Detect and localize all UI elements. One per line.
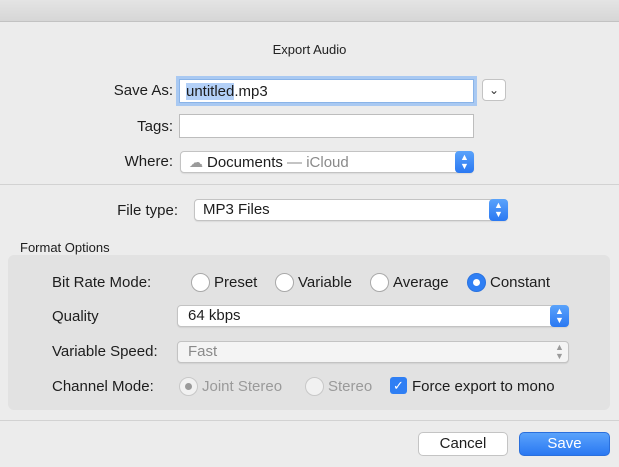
- checkmark-icon: ✓: [393, 378, 404, 393]
- file-type-label: File type:: [117, 202, 178, 219]
- format-options-title: Format Options: [20, 240, 110, 255]
- quality-popup[interactable]: 64 kbps ▲ ▼: [177, 305, 569, 327]
- cloud-icon: ☁: [189, 154, 203, 170]
- quality-stepper-icon: ▲ ▼: [550, 305, 569, 327]
- radio-joint-stereo[interactable]: [179, 377, 198, 396]
- channel-mode-label: Channel Mode:: [52, 378, 154, 395]
- radio-preset-label: Preset: [214, 274, 258, 291]
- radio-constant-label: Constant: [490, 274, 551, 291]
- filename-extension: .mp3: [234, 83, 268, 100]
- radio-stereo[interactable]: [305, 377, 324, 396]
- where-label: Where:: [124, 153, 173, 170]
- radio-average-label: Average: [393, 274, 449, 291]
- where-location: — iCloud: [282, 154, 349, 171]
- chevron-down-icon: ⌄: [488, 83, 500, 97]
- cancel-button[interactable]: Cancel: [418, 432, 508, 456]
- save-button[interactable]: Save: [519, 432, 610, 456]
- expand-dialog-button[interactable]: ⌄: [482, 79, 506, 101]
- variable-speed-popup[interactable]: Fast ▲ ▼: [177, 341, 569, 363]
- variable-speed-value: Fast: [188, 343, 218, 360]
- window-top-bar: [0, 0, 619, 22]
- save-as-field[interactable]: untitled.mp3: [179, 79, 474, 103]
- file-type-stepper-icon: ▲ ▼: [489, 199, 508, 221]
- tags-label: Tags:: [137, 118, 173, 135]
- dialog-title: Export Audio: [272, 42, 347, 57]
- where-popup-stepper-icon: ▲ ▼: [455, 151, 474, 173]
- variable-speed-stepper-icon: ▲ ▼: [555, 342, 564, 361]
- force-mono-label: Force export to mono: [412, 378, 555, 395]
- radio-preset[interactable]: [191, 273, 210, 292]
- force-mono-checkbox[interactable]: ✓: [390, 377, 407, 394]
- radio-variable-label: Variable: [298, 274, 352, 291]
- tags-field[interactable]: [179, 114, 474, 138]
- divider: [0, 184, 619, 185]
- variable-speed-label: Variable Speed:: [52, 343, 158, 360]
- footer-divider: [0, 420, 619, 421]
- where-folder: Documents: [207, 154, 283, 171]
- file-type-popup[interactable]: MP3 Files ▲ ▼: [194, 199, 508, 221]
- bit-rate-mode-label: Bit Rate Mode:: [52, 274, 152, 291]
- radio-constant[interactable]: [467, 273, 486, 292]
- radio-joint-stereo-label: Joint Stereo: [202, 378, 283, 395]
- radio-average[interactable]: [370, 273, 389, 292]
- save-as-label: Save As:: [113, 82, 173, 99]
- quality-label: Quality: [52, 308, 99, 325]
- radio-variable[interactable]: [275, 273, 294, 292]
- file-type-value: MP3 Files: [203, 201, 270, 218]
- filename-selected-text: untitled: [186, 83, 235, 100]
- quality-value: 64 kbps: [188, 307, 241, 324]
- radio-stereo-label: Stereo: [328, 378, 373, 395]
- where-popup[interactable]: ☁ Documents — iCloud ▲ ▼: [180, 151, 474, 173]
